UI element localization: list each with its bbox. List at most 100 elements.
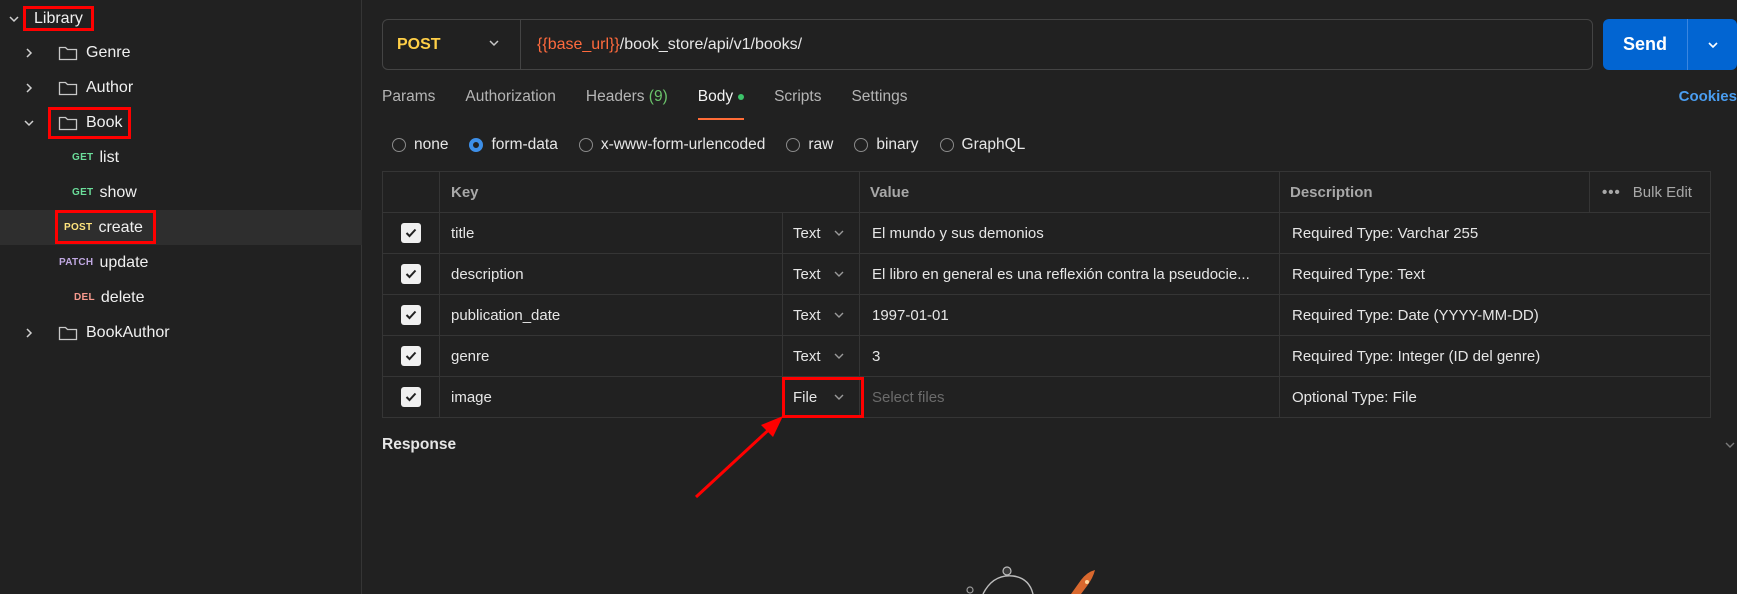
tree-folder-genre[interactable]: Genre	[0, 35, 362, 70]
url-variable: {{base_url}}	[537, 35, 620, 53]
tab-headers-label: Headers	[585, 88, 645, 105]
row-description[interactable]: Required Type: Varchar 255	[1279, 213, 1711, 253]
tab-body-label: Body	[697, 88, 734, 105]
radio-label: raw	[808, 136, 834, 153]
row-value[interactable]: El libro en general es una reflexión con…	[859, 254, 1279, 294]
row-type-label: Text	[793, 224, 821, 242]
folder-label: BookAuthor	[86, 323, 170, 341]
tree-request-create[interactable]: POST create	[0, 210, 362, 245]
send-options-chevron-icon[interactable]	[1688, 38, 1737, 52]
cookies-link[interactable]: Cookies	[1679, 88, 1737, 105]
row-key[interactable]: genre	[439, 336, 782, 376]
checkmark-icon	[405, 351, 417, 361]
tab-headers[interactable]: Headers (9)	[586, 88, 668, 118]
tree-root-library[interactable]: Library	[0, 1, 362, 36]
bulk-edit-button[interactable]: Bulk Edit	[1633, 184, 1692, 201]
radio-circle	[854, 138, 869, 152]
send-label: Send	[1622, 34, 1667, 54]
tab-scripts[interactable]: Scripts	[774, 88, 821, 118]
row-type-select[interactable]: Text	[782, 254, 859, 294]
tree-request-delete[interactable]: DEL delete	[0, 280, 362, 315]
collection-sidebar: Library Genre Author Book GET list GET s…	[0, 0, 362, 594]
row-type-select[interactable]: Text	[782, 213, 859, 253]
row-key[interactable]: publication_date	[439, 295, 782, 335]
row-value-file-picker[interactable]: Select files	[859, 377, 1279, 417]
radio-urlencoded[interactable]: x-www-form-urlencoded	[578, 136, 766, 154]
row-type-select[interactable]: File	[782, 377, 859, 417]
request-label: update	[99, 253, 149, 271]
tree-folder-book[interactable]: Book	[0, 105, 362, 140]
radio-circle-selected	[469, 138, 484, 152]
chevron-down-icon[interactable]	[1723, 438, 1737, 456]
method-value: POST	[397, 35, 441, 53]
radio-graphql[interactable]: GraphQL	[939, 136, 1026, 154]
row-checkbox[interactable]	[401, 346, 421, 366]
row-check-cell	[382, 336, 439, 376]
table-row: genre Text 3 Required Type: Integer (ID …	[382, 336, 1711, 377]
method-dropdown[interactable]: POST	[383, 20, 521, 69]
tree-request-list[interactable]: GET list	[0, 140, 362, 175]
row-key[interactable]: title	[439, 213, 782, 253]
tree-folder-bookauthor[interactable]: BookAuthor	[0, 315, 362, 350]
row-checkbox[interactable]	[401, 223, 421, 243]
method-badge: DEL	[74, 292, 95, 303]
row-description[interactable]: Required Type: Integer (ID del genre)	[1279, 336, 1711, 376]
row-key[interactable]: image	[439, 377, 782, 417]
response-section-title[interactable]: Response	[382, 436, 456, 454]
chevron-down-icon[interactable]	[8, 13, 20, 25]
tab-settings[interactable]: Settings	[851, 88, 907, 118]
radio-binary[interactable]: binary	[854, 136, 919, 154]
chevron-right-icon[interactable]	[23, 82, 35, 94]
row-description[interactable]: Required Type: Text	[1279, 254, 1711, 294]
radio-label: binary	[876, 136, 919, 153]
table-header-row: Key Value Description ••• Bulk Edit	[382, 172, 1711, 213]
tab-authorization[interactable]: Authorization	[465, 88, 555, 118]
radio-raw[interactable]: raw	[786, 136, 833, 154]
row-check-cell	[382, 254, 439, 294]
row-description[interactable]: Required Type: Date (YYYY-MM-DD)	[1279, 295, 1711, 335]
url-bar: POST {{base_url}}/book_store/api/v1/book…	[382, 19, 1593, 70]
row-description[interactable]: Optional Type: File	[1279, 377, 1711, 417]
tab-body[interactable]: Body	[697, 88, 745, 120]
url-input[interactable]: {{base_url}}/book_store/api/v1/books/	[521, 36, 802, 54]
bulk-edit-area: ••• Bulk Edit	[1589, 172, 1711, 212]
table-row: image File Select files Optional Type: F…	[382, 377, 1711, 418]
radio-label: x-www-form-urlencoded	[600, 136, 766, 153]
row-type-label: Text	[793, 347, 821, 365]
send-button[interactable]: Send	[1603, 19, 1737, 70]
chevron-down-icon[interactable]	[23, 117, 35, 129]
row-value[interactable]: 3	[859, 336, 1279, 376]
row-type-select[interactable]: Text	[782, 336, 859, 376]
method-badge: POST	[64, 222, 93, 233]
radio-none[interactable]: none	[392, 136, 448, 154]
radio-circle	[392, 138, 406, 152]
row-value[interactable]: El mundo y sus demonios	[859, 213, 1279, 253]
checkmark-icon	[405, 392, 417, 402]
chevron-right-icon[interactable]	[23, 327, 35, 339]
request-label: show	[99, 183, 137, 201]
checkmark-icon	[405, 228, 417, 238]
row-type-select[interactable]: Text	[782, 295, 859, 335]
request-editor: POST {{base_url}}/book_store/api/v1/book…	[363, 0, 1737, 594]
row-value[interactable]: 1997-01-01	[859, 295, 1279, 335]
row-checkbox[interactable]	[401, 264, 421, 284]
radio-label: GraphQL	[961, 136, 1026, 153]
row-key[interactable]: description	[439, 254, 782, 294]
row-check-cell	[382, 377, 439, 417]
tree-folder-author[interactable]: Author	[0, 70, 362, 105]
tab-params[interactable]: Params	[382, 88, 435, 118]
request-label: delete	[100, 288, 145, 306]
tree-request-show[interactable]: GET show	[0, 175, 362, 210]
chevron-right-icon[interactable]	[23, 47, 35, 59]
table-row: description Text El libro en general es …	[382, 254, 1711, 295]
folder-icon	[58, 80, 78, 96]
more-options-icon[interactable]: •••	[1602, 184, 1621, 201]
row-checkbox[interactable]	[401, 387, 421, 407]
checkmark-icon	[405, 269, 417, 279]
row-checkbox[interactable]	[401, 305, 421, 325]
headers-count: (9)	[648, 88, 668, 105]
radio-circle	[578, 138, 593, 152]
tree-request-update[interactable]: PATCH update	[0, 245, 362, 280]
method-badge: PATCH	[59, 257, 94, 268]
radio-form-data[interactable]: form-data	[469, 136, 558, 154]
